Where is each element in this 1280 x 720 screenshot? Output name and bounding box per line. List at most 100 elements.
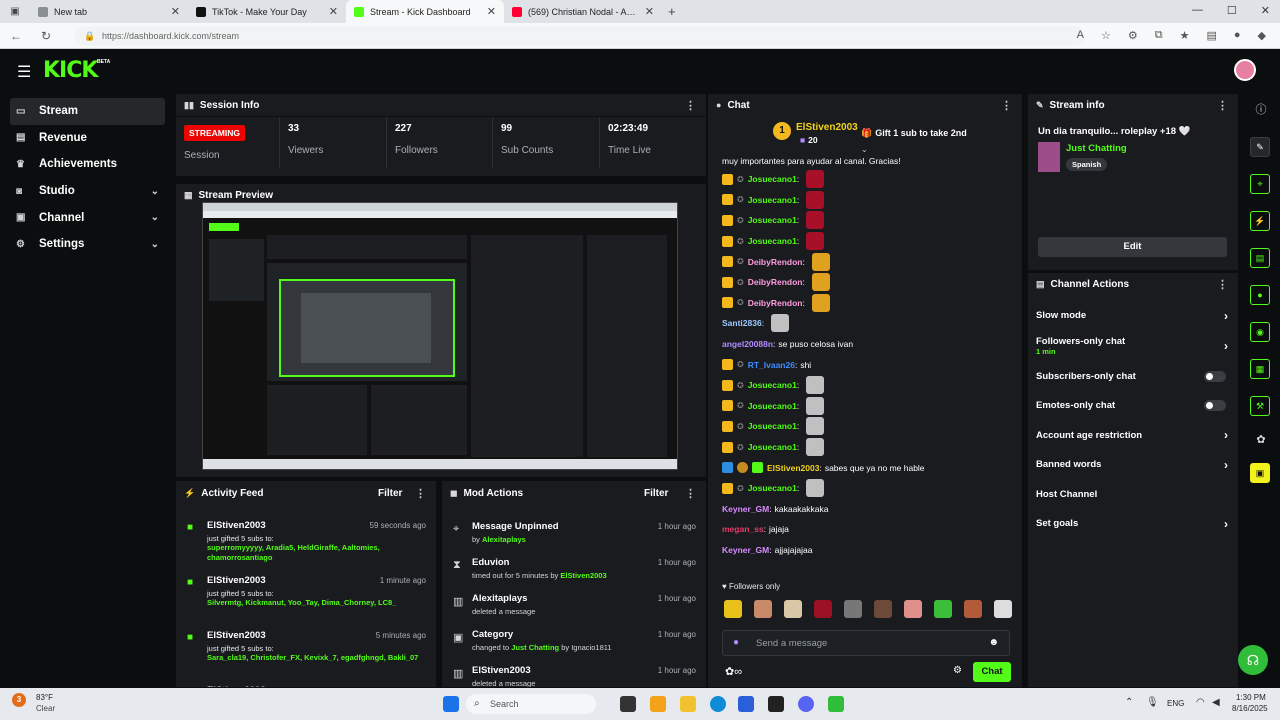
emote-icon[interactable]: [784, 600, 802, 618]
chat-username[interactable]: angel20088n: [722, 339, 773, 349]
minimize-icon[interactable]: —: [1192, 4, 1203, 17]
favorite-star-icon[interactable]: ☆: [1101, 29, 1111, 42]
discord-icon[interactable]: [798, 696, 814, 712]
more-icon[interactable]: ⋮: [685, 487, 696, 500]
browser-tab[interactable]: TikTok - Make Your Day ✕: [188, 0, 346, 23]
more-icon[interactable]: ⋮: [1001, 99, 1012, 112]
emote-icon[interactable]: [964, 600, 982, 618]
rail-notes-icon[interactable]: ▤: [1250, 248, 1270, 268]
chat-username[interactable]: DeibyRendon: [748, 298, 803, 308]
gift-recipients[interactable]: Silvermtg, Kickmanut, Yoo_Tay, Dima_Chor…: [207, 598, 436, 608]
channel-action-account-age-restriction[interactable]: Account age restriction ›: [1028, 421, 1238, 451]
gift-recipients[interactable]: Sara_cla19, Christofer_FX, Kevixk_7, ega…: [207, 653, 436, 663]
chat-username[interactable]: Josuecano1: [748, 380, 797, 390]
chat-username[interactable]: Josuecano1: [748, 215, 797, 225]
sidebar-item-studio[interactable]: ◙ Studio ⌄: [10, 178, 165, 205]
sidebar-item-settings[interactable]: ⚙ Settings ⌄: [10, 231, 165, 258]
chevron-right-icon[interactable]: ›: [1224, 309, 1228, 323]
browser-tab[interactable]: (569) Christian Nodal - Aquí Abaj ✕: [504, 0, 662, 23]
chat-username[interactable]: megan_ss: [722, 524, 764, 534]
chat-username[interactable]: Santi2836: [722, 318, 762, 328]
copilot-icon[interactable]: ◆: [1258, 29, 1266, 42]
store-icon[interactable]: [738, 696, 754, 712]
copilot-app-icon[interactable]: [650, 696, 666, 712]
split-screen-icon[interactable]: ⧉: [1155, 29, 1163, 42]
chat-username[interactable]: Josuecano1: [748, 401, 797, 411]
chat-username[interactable]: ElStiven2003: [767, 463, 819, 473]
sidebar-item-achievements[interactable]: ♛ Achievements: [10, 151, 165, 178]
more-icon[interactable]: ⋮: [685, 99, 696, 112]
mod-action-user[interactable]: Alexitaplays: [482, 535, 526, 544]
chevron-right-icon[interactable]: ›: [1224, 517, 1228, 531]
chevron-down-icon[interactable]: ⌄: [151, 212, 159, 223]
tab-close-icon[interactable]: ✕: [645, 5, 654, 18]
chat-username[interactable]: Keyner_GM: [722, 545, 769, 555]
chevron-down-icon[interactable]: ⌄: [151, 186, 159, 197]
category-thumbnail[interactable]: [1038, 142, 1060, 172]
browser-tab[interactable]: New tab ✕: [30, 0, 188, 23]
taskbar-search[interactable]: ⌕ Search: [466, 694, 596, 714]
tab-close-icon[interactable]: ✕: [171, 5, 180, 18]
emote-icon[interactable]: [754, 600, 772, 618]
clock-date[interactable]: 8/16/2025: [1232, 704, 1268, 713]
toggle-switch[interactable]: [1204, 400, 1226, 412]
profile-icon[interactable]: ●: [1234, 29, 1241, 42]
chat-username[interactable]: DeibyRendon: [748, 257, 803, 267]
volume-icon[interactable]: ◀: [1212, 697, 1220, 708]
weather-icon[interactable]: 3: [12, 693, 26, 707]
kick-app-icon[interactable]: [828, 696, 844, 712]
kick-logo[interactable]: KICK: [43, 58, 98, 83]
channel-action-followers-only-chat[interactable]: Followers-only chat 1 min ›: [1028, 331, 1238, 362]
tab-close-icon[interactable]: ✕: [487, 5, 496, 18]
chat-username[interactable]: Josuecano1: [748, 174, 797, 184]
chat-input[interactable]: ● Send a message ☻: [722, 630, 1010, 656]
channel-action-emotes-only-chat[interactable]: Emotes-only chat: [1028, 391, 1238, 421]
channel-action-slow-mode[interactable]: Slow mode ›: [1028, 301, 1238, 331]
rail-chat-icon[interactable]: ●: [1250, 285, 1270, 305]
user-avatar[interactable]: [1234, 59, 1256, 81]
rail-apps-icon[interactable]: ✿: [1250, 433, 1272, 446]
close-window-icon[interactable]: ✕: [1261, 4, 1270, 17]
browser-tab[interactable]: Stream - Kick Dashboard ✕: [346, 0, 504, 23]
chat-username[interactable]: Josuecano1: [748, 195, 797, 205]
emote-icon[interactable]: [814, 600, 832, 618]
chevron-right-icon[interactable]: ›: [1224, 339, 1228, 353]
chat-username[interactable]: Josuecano1: [748, 236, 797, 246]
tab-close-icon[interactable]: ✕: [329, 5, 338, 18]
tab-actions-icon[interactable]: ▣: [0, 6, 30, 17]
tray-chevron-icon[interactable]: ⌃: [1125, 697, 1133, 708]
emoji-icon[interactable]: ☻: [988, 637, 999, 648]
channel-action-set-goals[interactable]: Set goals ›: [1028, 509, 1238, 539]
gift-cta[interactable]: 🎁 Gift 1 sub to take 2nd: [861, 128, 967, 139]
url-field[interactable]: 🔒 https://dashboard.kick.com/stream: [74, 26, 1084, 46]
back-icon[interactable]: ←: [6, 29, 26, 43]
chat-username[interactable]: Josuecano1: [748, 421, 797, 431]
mod-action-user[interactable]: ElStiven2003: [560, 571, 606, 580]
channel-action-subscribers-only-chat[interactable]: Subscribers-only chat: [1028, 362, 1238, 392]
chevron-right-icon[interactable]: ›: [1224, 428, 1228, 442]
channel-action-banned-words[interactable]: Banned words ›: [1028, 450, 1238, 480]
rail-bolt-icon[interactable]: ⚡: [1250, 211, 1270, 231]
emote-icon[interactable]: [844, 600, 862, 618]
microphone-icon[interactable]: 🎙: [1146, 697, 1159, 708]
sidebar-item-channel[interactable]: ▣ Channel ⌄: [10, 204, 165, 231]
rail-broadcast-icon[interactable]: ◉: [1250, 322, 1270, 342]
emote-icon[interactable]: [874, 600, 892, 618]
chat-username[interactable]: RT_Ivaan26: [748, 360, 795, 370]
channel-action-host-channel[interactable]: Host Channel: [1028, 480, 1238, 510]
task-view-icon[interactable]: [620, 696, 636, 712]
menu-icon[interactable]: ☰: [17, 62, 31, 82]
new-tab-icon[interactable]: +: [668, 4, 676, 19]
edit-stream-button[interactable]: Edit: [1038, 237, 1227, 257]
chat-username[interactable]: Keyner_GM: [722, 504, 769, 514]
points-icon[interactable]: ✿∞: [725, 665, 742, 678]
language-indicator[interactable]: ENG: [1167, 699, 1184, 708]
collections-icon[interactable]: ▤: [1206, 29, 1216, 42]
edge-icon[interactable]: [710, 696, 726, 712]
rail-mod-icon[interactable]: ▦: [1250, 359, 1270, 379]
chat-send-button[interactable]: Chat: [973, 662, 1011, 682]
rail-media-icon[interactable]: ▣: [1250, 463, 1270, 483]
collapse-icon[interactable]: ⌄: [861, 145, 868, 154]
chat-username[interactable]: Josuecano1: [748, 483, 797, 493]
reload-icon[interactable]: ↻: [36, 29, 56, 43]
